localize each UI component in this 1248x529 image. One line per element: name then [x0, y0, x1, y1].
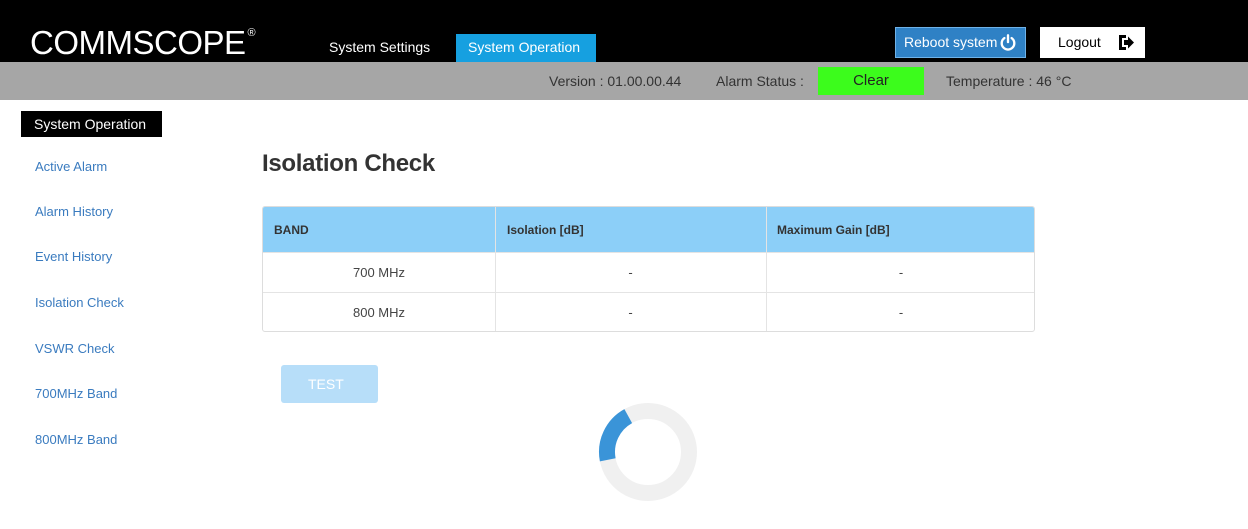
table-header: BAND Isolation [dB] Maximum Gain [dB] — [263, 207, 1034, 252]
alarm-status-badge: Clear — [818, 67, 924, 95]
commscope-logo: COMMSCOPE ® — [30, 24, 256, 61]
sidebar-item-event-history[interactable]: Event History — [35, 249, 112, 264]
table-column-divider — [766, 207, 767, 331]
power-icon — [1000, 34, 1016, 51]
sidebar-item-vswr-check[interactable]: VSWR Check — [35, 341, 114, 356]
table-cell-band: 700 MHz — [352, 265, 406, 280]
page-title: Isolation Check — [262, 150, 435, 177]
isolation-table: BAND Isolation [dB] Maximum Gain [dB] 70… — [262, 206, 1035, 332]
alarm-status-label: Alarm Status : — [716, 73, 804, 89]
table-cell-maximum-gain: - — [898, 305, 904, 320]
sidebar-item-alarm-history[interactable]: Alarm History — [35, 204, 113, 219]
column-header-isolation: Isolation [dB] — [507, 223, 584, 237]
table-cell-isolation: - — [628, 265, 633, 280]
sidebar-item-isolation-check[interactable]: Isolation Check — [35, 295, 124, 310]
status-bar: Version : 01.00.00.44 Alarm Status : Cle… — [0, 62, 1248, 100]
sidebar-section-title: System Operation — [21, 111, 162, 137]
sidebar-item-700mhz-band[interactable]: 700MHz Band — [35, 386, 117, 401]
column-header-maximum-gain: Maximum Gain [dB] — [777, 223, 890, 237]
table-cell-maximum-gain: - — [898, 265, 904, 280]
logout-label: Logout — [1058, 34, 1101, 50]
loading-spinner — [599, 403, 697, 501]
test-button[interactable]: TEST — [281, 365, 378, 403]
table-row: 800 MHz - - — [263, 292, 1034, 331]
tab-system-operation[interactable]: System Operation — [456, 34, 596, 62]
reboot-label: Reboot system — [904, 34, 998, 50]
column-header-band: BAND — [274, 223, 309, 237]
sidebar-item-active-alarm[interactable]: Active Alarm — [35, 159, 107, 174]
reboot-system-button[interactable]: Reboot system — [895, 27, 1026, 58]
temperature-text: Temperature : 46 °C — [946, 73, 1072, 89]
table-cell-isolation: - — [628, 305, 633, 320]
top-header: COMMSCOPE ® System Settings System Operat… — [0, 0, 1248, 62]
exit-icon — [1119, 35, 1134, 50]
table-row: 700 MHz - - — [263, 252, 1034, 292]
version-text: Version : 01.00.00.44 — [549, 73, 682, 89]
table-cell-band: 800 MHz — [352, 305, 406, 320]
table-column-divider — [495, 207, 496, 331]
logout-button[interactable]: Logout — [1040, 27, 1145, 58]
tab-system-settings[interactable]: System Settings — [315, 34, 444, 62]
sidebar-item-800mhz-band[interactable]: 800MHz Band — [35, 432, 117, 447]
